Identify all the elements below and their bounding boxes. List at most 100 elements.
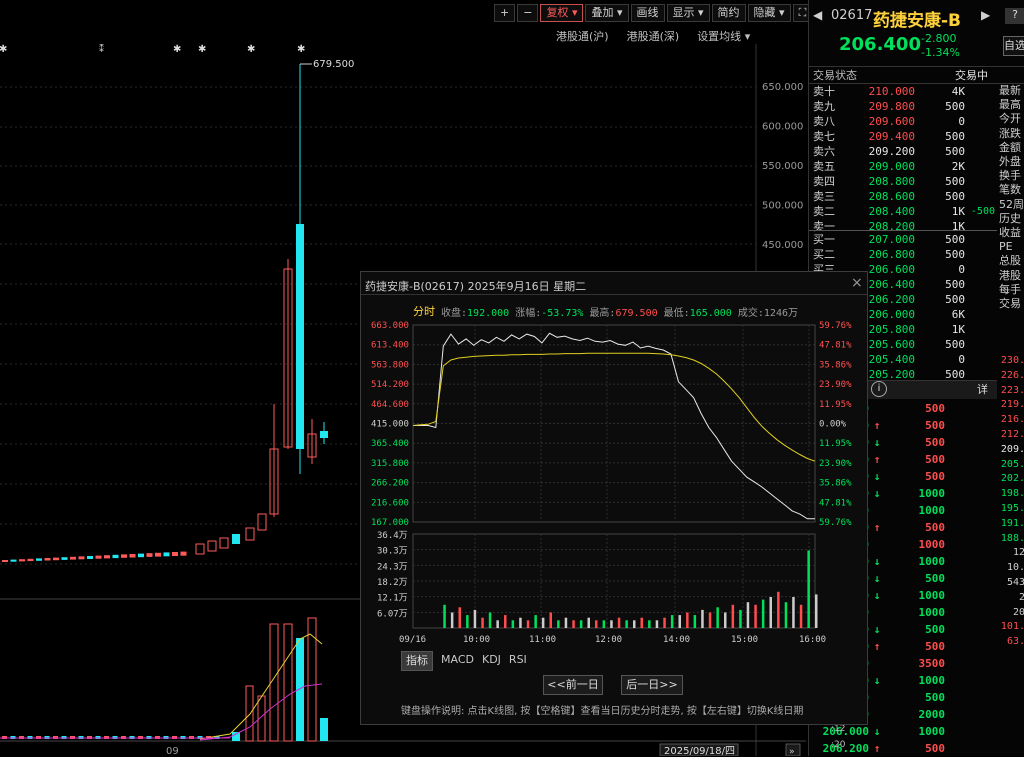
- ladder-value: 191.: [1000, 517, 1024, 529]
- date-left-label: 09: [166, 746, 179, 756]
- volume-bar: [754, 604, 757, 628]
- ask-row[interactable]: 卖八 209.600 0: [809, 114, 997, 129]
- trade-arrow: [869, 536, 885, 553]
- chart-subbar: 港股通(沪) 港股通(深) 设置均线 ▾: [556, 28, 750, 44]
- zoom-out-button[interactable]: −: [517, 4, 539, 22]
- candle: [296, 224, 304, 449]
- stat-label: 每手: [999, 282, 1021, 296]
- ma-settings-dropdown[interactable]: 设置均线 ▾: [697, 28, 750, 44]
- trade-arrow: [869, 706, 885, 723]
- ask-row[interactable]: 卖二 208.400 1K -500: [809, 204, 997, 219]
- volume-bar: [769, 597, 772, 628]
- trade-arrow: [869, 655, 885, 672]
- ask-row[interactable]: 卖十 210.000 4K: [809, 84, 997, 99]
- ask-row[interactable]: 卖六 209.200 500: [809, 144, 997, 159]
- ask-row[interactable]: 卖九 209.800 500: [809, 99, 997, 114]
- trade-volume: 500: [925, 470, 945, 483]
- zoom-in-button[interactable]: +: [494, 4, 516, 22]
- ask-row[interactable]: 卖四 208.800 500: [809, 174, 997, 189]
- display-dropdown[interactable]: 显示 ▾: [666, 4, 710, 22]
- fuquan-label: 复权: [546, 6, 569, 19]
- pct-tick: 47.81%: [819, 498, 852, 508]
- price-tick: 613.400: [371, 341, 409, 351]
- trade-volume: 1000: [918, 487, 946, 500]
- arrow-up-icon: ↑: [873, 640, 881, 653]
- book-volume: 500: [945, 338, 965, 351]
- ladder-value: 198.: [1000, 488, 1024, 500]
- tab-rsi[interactable]: RSI: [509, 651, 527, 671]
- candle: [232, 534, 240, 544]
- draw-line-button[interactable]: 画线: [630, 4, 665, 22]
- trade-volume: 500: [925, 640, 945, 653]
- time-tick: 15:00: [731, 635, 758, 645]
- bid-row[interactable]: 买二 206.800 500: [809, 247, 997, 262]
- pct-tick: 35.86%: [819, 479, 852, 489]
- add-watchlist-button[interactable]: 自选: [1003, 36, 1024, 56]
- ask-row[interactable]: 卖七 209.400 500: [809, 129, 997, 144]
- trade-arrow: [869, 400, 885, 417]
- time-tick: 16:00: [799, 635, 826, 645]
- ladder-value: 12: [1012, 547, 1024, 559]
- ask-row[interactable]: 卖五 209.000 2K: [809, 159, 997, 174]
- stat-label: 外盘: [999, 155, 1021, 169]
- prev-day-button[interactable]: <<前一日: [543, 675, 603, 695]
- book-diff: [965, 144, 995, 159]
- tab-indicator[interactable]: 指标: [401, 651, 433, 671]
- candle: [129, 554, 136, 558]
- chevron-down-icon: ▾: [571, 6, 578, 19]
- book-volume: 1K: [951, 205, 965, 218]
- bid-row[interactable]: 买一 207.000 500: [809, 232, 997, 247]
- ladder-value: 543: [1006, 576, 1024, 588]
- fuquan-dropdown[interactable]: 复权 ▾: [540, 4, 584, 22]
- close-icon[interactable]: ×: [851, 275, 863, 291]
- simple-mode-button[interactable]: 简约: [711, 4, 746, 22]
- info-icon[interactable]: i: [871, 381, 887, 397]
- next-day-button[interactable]: 后一日>>: [621, 675, 683, 695]
- candle: [61, 557, 68, 560]
- trade-volume: 2000: [918, 708, 946, 721]
- volume-bar: [450, 612, 454, 628]
- volume-bar: [716, 607, 719, 628]
- hk-connect-sz-link[interactable]: 港股通(深): [627, 28, 680, 44]
- popup-title: 药捷安康-B(02617) 2025年9月16日 星期二: [365, 280, 587, 293]
- tab-kdj[interactable]: KDJ: [482, 651, 501, 671]
- event-marker: ✱: [198, 44, 206, 55]
- volume-bar: [784, 602, 788, 628]
- trade-volume: 1000: [918, 555, 946, 568]
- price-line: [413, 332, 815, 520]
- trade-time-1: :12: [831, 724, 846, 734]
- hide-dropdown[interactable]: 隐藏 ▾: [747, 4, 791, 22]
- ask-row[interactable]: 卖三 208.600 500: [809, 189, 997, 204]
- detail-button[interactable]: 详: [977, 381, 988, 397]
- time-tick: 09/16: [399, 635, 426, 645]
- candle: [95, 555, 102, 559]
- intraday-chart[interactable]: 663.000 59.76% 613.400 47.81% 563.800 35.86% 5…: [361, 318, 867, 648]
- trade-volume: 500: [925, 691, 945, 704]
- next-stock-icon[interactable]: ▶: [981, 8, 990, 22]
- candle: [257, 513, 267, 531]
- volume-bar: [481, 617, 484, 628]
- overlay-dropdown[interactable]: 叠加 ▾: [585, 4, 629, 22]
- chevron-down-icon: ▾: [779, 6, 785, 19]
- tab-macd[interactable]: MACD: [441, 651, 474, 671]
- tab-intraday[interactable]: 分时: [413, 303, 435, 319]
- candle: [44, 558, 51, 561]
- hk-connect-sh-link[interactable]: 港股通(沪): [556, 28, 609, 44]
- trade-volume: 500: [925, 453, 945, 466]
- chevron-down-icon: ▾: [616, 6, 623, 19]
- prev-stock-icon[interactable]: ◀: [813, 8, 822, 22]
- trade-volume: 3500: [918, 657, 946, 670]
- arrow-down-icon: ↓: [873, 725, 881, 738]
- volume-tick: 12.1万: [377, 594, 408, 604]
- volume-tick: 36.4万: [377, 531, 408, 541]
- status-value: 交易中: [955, 69, 988, 82]
- price-change: -2.800: [921, 32, 957, 45]
- price-tick: 315.800: [371, 459, 409, 469]
- stat-label: 最新: [999, 84, 1021, 97]
- candle: [2, 560, 8, 562]
- settings-icon[interactable]: ?: [1005, 8, 1024, 24]
- arrow-down-icon: ↓: [873, 572, 881, 585]
- volume-bar: [640, 617, 643, 628]
- volume-bar: [458, 607, 461, 628]
- trade-volume: 1000: [918, 538, 946, 551]
